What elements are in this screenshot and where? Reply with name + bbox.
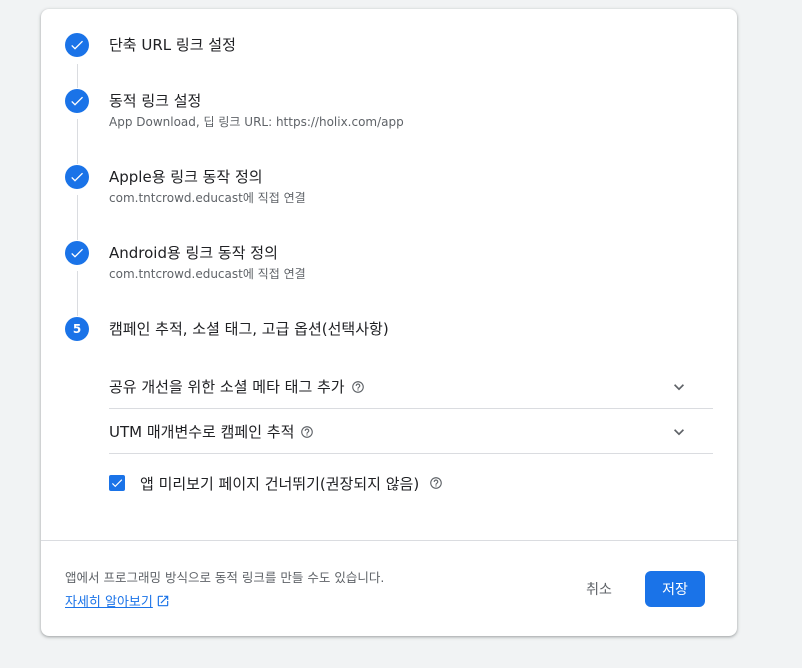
footer-divider	[41, 540, 737, 541]
step-title: Android용 링크 동작 정의	[109, 244, 278, 262]
step-connector	[77, 271, 78, 316]
footer-info-text: 앱에서 프로그래밍 방식으로 동적 링크를 만들 수도 있습니다.	[65, 570, 385, 585]
chevron-down-icon[interactable]	[669, 377, 689, 397]
help-circle-icon[interactable]	[351, 380, 365, 394]
step-connector	[77, 64, 78, 88]
learn-more-label: 자세히 알아보기	[65, 595, 153, 610]
step-number-badge: 5	[65, 317, 89, 341]
step-connector	[77, 195, 78, 240]
skip-preview-checkbox[interactable]	[109, 475, 125, 491]
step-subtitle: com.tntcrowd.educast에 직접 연결	[109, 191, 306, 205]
social-meta-tags-accordion[interactable]: 공유 개선을 위한 소셜 메타 태그 추가	[109, 365, 713, 409]
check-icon	[65, 89, 89, 113]
save-button[interactable]: 저장	[645, 571, 705, 607]
learn-more-link[interactable]: 자세히 알아보기	[65, 591, 170, 610]
check-icon	[65, 241, 89, 265]
skip-preview-page-option: 앱 미리보기 페이지 건너뛰기(권장되지 않음)	[109, 472, 443, 494]
step-subtitle: App Download, 딥 링크 URL: https://holix.co…	[109, 115, 404, 129]
step-subtitle: com.tntcrowd.educast에 직접 연결	[109, 267, 306, 281]
check-icon	[65, 165, 89, 189]
accordion-label: 공유 개선을 위한 소셜 메타 태그 추가	[109, 378, 345, 396]
step-title: Apple용 링크 동작 정의	[109, 168, 263, 186]
open-in-new-icon	[156, 594, 170, 608]
utm-params-accordion[interactable]: UTM 매개변수로 캠페인 추적	[109, 410, 713, 454]
checkbox-label[interactable]: 앱 미리보기 페이지 건너뛰기(권장되지 않음)	[140, 473, 419, 494]
chevron-down-icon[interactable]	[669, 422, 689, 442]
dynamic-link-setup-card: 단축 URL 링크 설정 동적 링크 설정 App Download, 딥 링크…	[41, 9, 737, 636]
help-circle-icon[interactable]	[429, 476, 443, 490]
help-circle-icon[interactable]	[300, 425, 314, 439]
step-title: 동적 링크 설정	[109, 92, 202, 110]
step-title: 단축 URL 링크 설정	[109, 36, 236, 54]
cancel-button[interactable]: 취소	[574, 571, 624, 607]
accordion-label: UTM 매개변수로 캠페인 추적	[109, 423, 295, 441]
check-icon	[65, 33, 89, 57]
step-title: 캠페인 추적, 소셜 태그, 고급 옵션(선택사항)	[109, 320, 389, 338]
step-connector	[77, 119, 78, 164]
